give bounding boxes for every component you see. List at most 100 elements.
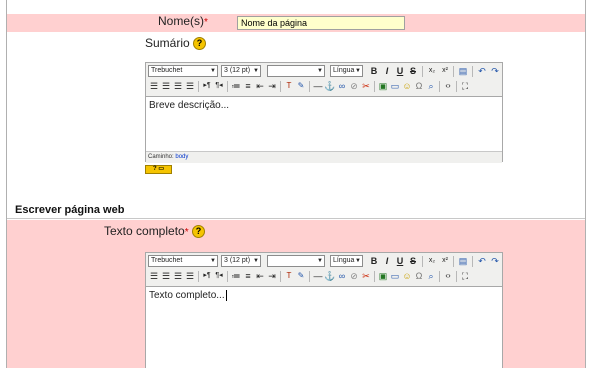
- path-body-link[interactable]: body: [175, 154, 188, 160]
- search-icon[interactable]: ⌕: [425, 80, 437, 92]
- fullscreen-icon[interactable]: ⛶: [459, 270, 471, 282]
- editor-help-button[interactable]: ? ▭: [145, 165, 172, 174]
- editor-toolbar-row2: ☰ ☰ ☰ ☰ ▸¶ ¶◂ ≔ ≡ ⇤ ⇥ T ✎ — ⚓ ∞ ⊘ ✂ ▣ ▭ …: [146, 270, 502, 284]
- bold-button[interactable]: B: [368, 255, 380, 267]
- link-icon[interactable]: ∞: [336, 80, 348, 92]
- align-right-icon[interactable]: ☰: [172, 80, 184, 92]
- ordered-list-icon[interactable]: ≔: [230, 270, 242, 282]
- summary-textarea[interactable]: Breve descrição...: [146, 96, 502, 151]
- nolink-icon[interactable]: ✂: [360, 80, 372, 92]
- toolbar-separator: [422, 256, 423, 267]
- superscript-icon[interactable]: x²: [439, 65, 451, 77]
- rtl-icon[interactable]: ¶◂: [213, 80, 225, 92]
- strike-button[interactable]: S: [407, 255, 419, 267]
- background-color-icon[interactable]: ✎: [295, 270, 307, 282]
- name-label: Nome(s)*: [158, 14, 208, 28]
- image-icon[interactable]: ▣: [377, 270, 389, 282]
- clean-html-icon[interactable]: ▤: [457, 65, 469, 77]
- toolbar-separator: [439, 271, 440, 282]
- ordered-list-icon[interactable]: ≔: [230, 80, 242, 92]
- ltr-icon[interactable]: ▸¶: [201, 80, 213, 92]
- undo-icon[interactable]: ↶: [476, 65, 488, 77]
- align-center-icon[interactable]: ☰: [160, 80, 172, 92]
- align-left-icon[interactable]: ☰: [148, 270, 160, 282]
- underline-button[interactable]: U: [394, 65, 406, 77]
- horizontal-rule-icon[interactable]: —: [312, 80, 324, 92]
- special-char-icon[interactable]: Ω: [413, 80, 425, 92]
- toolbar-separator: [456, 271, 457, 282]
- nolink-icon[interactable]: ✂: [360, 270, 372, 282]
- table-icon[interactable]: ▭: [389, 80, 401, 92]
- font-select[interactable]: Trebuchet ▼: [148, 65, 218, 77]
- subscript-icon[interactable]: x₂: [426, 65, 438, 77]
- anchor-icon[interactable]: ⚓: [324, 270, 336, 282]
- language-select[interactable]: Língua ▼: [330, 65, 363, 77]
- strike-button[interactable]: S: [407, 65, 419, 77]
- indent-icon[interactable]: ⇥: [266, 270, 278, 282]
- image-icon[interactable]: ▣: [377, 80, 389, 92]
- unlink-icon[interactable]: ⊘: [348, 80, 360, 92]
- toolbar-separator: [422, 66, 423, 77]
- toolbar-separator: [472, 66, 473, 77]
- unlink-icon[interactable]: ⊘: [348, 270, 360, 282]
- name-input[interactable]: Nome da página: [237, 16, 405, 30]
- clean-html-icon[interactable]: ▤: [457, 255, 469, 267]
- fulltext-editor: Trebuchet ▼ 3 (12 pt) ▼ ▼ Língua ▼ B I U S …: [145, 252, 503, 369]
- special-char-icon[interactable]: Ω: [413, 270, 425, 282]
- text-color-icon[interactable]: T: [283, 270, 295, 282]
- font-select[interactable]: Trebuchet ▼: [148, 255, 218, 267]
- italic-button[interactable]: I: [381, 65, 393, 77]
- redo-icon[interactable]: ↷: [489, 65, 501, 77]
- language-select[interactable]: Língua ▼: [330, 255, 363, 267]
- help-icon[interactable]: ?: [193, 37, 207, 51]
- toolbar-separator: [439, 81, 440, 92]
- background-color-icon[interactable]: ✎: [295, 80, 307, 92]
- align-right-icon[interactable]: ☰: [172, 270, 184, 282]
- smiley-icon[interactable]: ☺: [401, 80, 413, 92]
- format-select[interactable]: ▼: [267, 255, 325, 267]
- align-left-icon[interactable]: ☰: [148, 80, 160, 92]
- fullscreen-icon[interactable]: ⛶: [459, 80, 471, 92]
- toolbar-separator: [280, 81, 281, 92]
- justify-icon[interactable]: ☰: [184, 270, 196, 282]
- outdent-icon[interactable]: ⇤: [254, 270, 266, 282]
- table-icon[interactable]: ▭: [389, 270, 401, 282]
- undo-icon[interactable]: ↶: [476, 255, 488, 267]
- superscript-icon[interactable]: x²: [439, 255, 451, 267]
- subscript-icon[interactable]: x₂: [426, 255, 438, 267]
- editor-toolbar-row1: Trebuchet ▼ 3 (12 pt) ▼ ▼ Língua ▼ B I U S …: [146, 255, 502, 269]
- html-source-icon[interactable]: ‹›: [442, 80, 454, 92]
- editor-toolbar-row2: ☰ ☰ ☰ ☰ ▸¶ ¶◂ ≔ ≡ ⇤ ⇥ T ✎ — ⚓ ∞ ⊘ ✂ ▣ ▭ …: [146, 80, 502, 94]
- size-select[interactable]: 3 (12 pt) ▼: [221, 255, 261, 267]
- toolbar-separator: [453, 256, 454, 267]
- ltr-icon[interactable]: ▸¶: [201, 270, 213, 282]
- justify-icon[interactable]: ☰: [184, 80, 196, 92]
- section-header: Escrever página web: [7, 204, 585, 219]
- toolbar-separator: [374, 81, 375, 92]
- text-color-icon[interactable]: T: [283, 80, 295, 92]
- outdent-icon[interactable]: ⇤: [254, 80, 266, 92]
- help-icon[interactable]: ?: [191, 225, 205, 239]
- editor-path: Caminho: body: [146, 151, 502, 163]
- format-select[interactable]: ▼: [267, 65, 325, 77]
- toolbar-separator: [309, 81, 310, 92]
- unordered-list-icon[interactable]: ≡: [242, 270, 254, 282]
- anchor-icon[interactable]: ⚓: [324, 80, 336, 92]
- search-icon[interactable]: ⌕: [425, 270, 437, 282]
- unordered-list-icon[interactable]: ≡: [242, 80, 254, 92]
- underline-button[interactable]: U: [394, 255, 406, 267]
- rtl-icon[interactable]: ¶◂: [213, 270, 225, 282]
- smiley-icon[interactable]: ☺: [401, 270, 413, 282]
- indent-icon[interactable]: ⇥: [266, 80, 278, 92]
- bold-button[interactable]: B: [368, 65, 380, 77]
- size-select[interactable]: 3 (12 pt) ▼: [221, 65, 261, 77]
- italic-button[interactable]: I: [381, 255, 393, 267]
- html-source-icon[interactable]: ‹›: [442, 270, 454, 282]
- fulltext-textarea[interactable]: Texto completo...: [146, 286, 502, 369]
- horizontal-rule-icon[interactable]: —: [312, 270, 324, 282]
- toolbar-separator: [280, 271, 281, 282]
- toolbar-separator: [374, 271, 375, 282]
- redo-icon[interactable]: ↷: [489, 255, 501, 267]
- link-icon[interactable]: ∞: [336, 270, 348, 282]
- align-center-icon[interactable]: ☰: [160, 270, 172, 282]
